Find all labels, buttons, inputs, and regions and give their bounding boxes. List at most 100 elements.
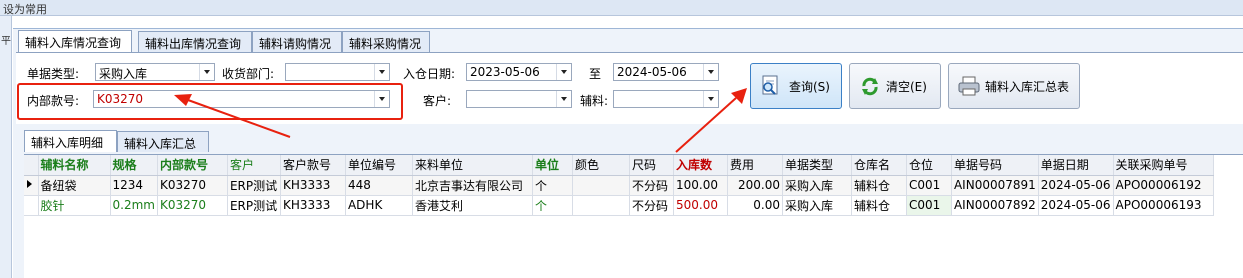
col-header-unit-code[interactable]: 单位编号 — [345, 155, 413, 176]
cell-spec[interactable]: 1234 — [110, 175, 158, 196]
col-header-color[interactable]: 颜色 — [572, 155, 630, 176]
col-header-doc-date[interactable]: 单据日期 — [1038, 155, 1114, 176]
cell-in-qty[interactable]: 500.00 — [673, 195, 728, 216]
cell-unit-code[interactable]: ADHK — [345, 195, 413, 216]
tab-material-out-query[interactable]: 辅料出库情况查询 — [138, 31, 252, 52]
printer-icon — [957, 75, 981, 97]
cell-material-name[interactable]: 胶针 — [38, 195, 111, 216]
grid-header-row: 辅料名称 规格 内部款号 客户 客户款号 单位编号 来料单位 单位 颜色 尺码 … — [24, 155, 1214, 176]
receiving-dept-label: 收货部门: — [222, 67, 275, 81]
doc-type-select[interactable]: 采购入库 — [95, 63, 215, 81]
cell-color[interactable] — [572, 175, 630, 196]
cell-location[interactable]: C001 — [906, 195, 952, 216]
row-indicator — [24, 195, 39, 216]
cell-in-qty[interactable]: 100.00 — [673, 175, 728, 196]
tab-material-in-query[interactable]: 辅料入库情况查询 — [18, 30, 132, 52]
table-row[interactable]: 备纽袋 1234 K03270 ERP测试 KH3333 448 北京吉事达有限… — [24, 175, 1214, 196]
col-header-cost[interactable]: 费用 — [727, 155, 783, 176]
cell-po-no[interactable]: APO00006193 — [1113, 195, 1214, 216]
internal-no-select[interactable]: K03270 — [93, 90, 390, 108]
date-to-picker[interactable]: 2024-05-06 — [613, 63, 719, 81]
col-header-doc-no[interactable]: 单据号码 — [951, 155, 1039, 176]
cell-doc-date[interactable]: 2024-05-06 — [1038, 175, 1114, 196]
cell-unit[interactable]: 个 — [532, 195, 573, 216]
query-button[interactable]: 查询(S) — [750, 63, 842, 109]
left-collapse-strip[interactable]: 平 — [0, 16, 12, 278]
tab-in-detail[interactable]: 辅料入库明细 — [24, 130, 117, 152]
cell-supplier[interactable]: 北京吉事达有限公司 — [412, 175, 533, 196]
cell-doc-type[interactable]: 采购入库 — [782, 195, 852, 216]
col-header-warehouse[interactable]: 仓库名 — [851, 155, 907, 176]
chevron-down-icon[interactable] — [199, 64, 214, 80]
cell-po-no[interactable]: APO00006192 — [1113, 175, 1214, 196]
internal-no-label: 内部款号: — [27, 94, 80, 108]
doc-type-label: 单据类型: — [27, 67, 80, 81]
tab-material-request[interactable]: 辅料请购情况 — [252, 31, 342, 52]
col-header-location[interactable]: 仓位 — [906, 155, 952, 176]
detail-table: 辅料名称 规格 内部款号 客户 客户款号 单位编号 来料单位 单位 颜色 尺码 … — [24, 155, 1214, 216]
cell-size[interactable]: 不分码 — [629, 175, 674, 196]
cell-supplier[interactable]: 香港艾利 — [412, 195, 533, 216]
top-bar: 设为常用 — [0, 0, 1243, 16]
date-to-label: 至 — [589, 67, 602, 81]
cell-doc-type[interactable]: 采购入库 — [782, 175, 852, 196]
cell-customer[interactable]: ERP测试 — [227, 195, 281, 216]
row-pointer-icon — [27, 180, 32, 188]
table-row[interactable]: 胶针 0.2mm K03270 ERP测试 KH3333 ADHK 香港艾利 个… — [24, 195, 1214, 216]
cell-customer-style-no[interactable]: KH3333 — [280, 195, 346, 216]
tab-in-summary[interactable]: 辅料入库汇总 — [117, 131, 209, 152]
row-indicator — [24, 175, 39, 196]
cell-cost[interactable]: 200.00 — [727, 175, 783, 196]
cell-spec[interactable]: 0.2mm — [110, 195, 158, 216]
cell-color[interactable] — [572, 195, 630, 216]
chevron-down-icon[interactable] — [703, 91, 718, 107]
chevron-down-icon[interactable] — [556, 64, 571, 80]
col-header-po-no[interactable]: 关联采购单号 — [1113, 155, 1214, 176]
cell-internal-no[interactable]: K03270 — [157, 175, 228, 196]
cell-doc-no[interactable]: AIN00007891 — [951, 175, 1039, 196]
col-header-in-qty[interactable]: 入库数 — [673, 155, 728, 176]
row-indicator-header — [24, 155, 39, 176]
col-header-material-name[interactable]: 辅料名称 — [38, 155, 111, 176]
summary-report-button[interactable]: 辅料入库汇总表 — [948, 63, 1080, 109]
clear-button[interactable]: 清空(E) — [849, 63, 941, 109]
col-header-doc-type[interactable]: 单据类型 — [782, 155, 852, 176]
col-header-unit[interactable]: 单位 — [532, 155, 573, 176]
receiving-dept-select[interactable] — [285, 63, 390, 81]
material-select[interactable] — [613, 90, 719, 108]
cell-internal-no[interactable]: K03270 — [157, 195, 228, 216]
chevron-down-icon[interactable] — [703, 64, 718, 80]
cell-customer-style-no[interactable]: KH3333 — [280, 175, 346, 196]
in-date-label: 入仓日期: — [403, 67, 456, 81]
col-header-customer[interactable]: 客户 — [227, 155, 281, 176]
col-header-internal-no[interactable]: 内部款号 — [157, 155, 228, 176]
refresh-icon — [858, 75, 882, 97]
cell-doc-no[interactable]: AIN00007892 — [951, 195, 1039, 216]
cell-location[interactable]: C001 — [906, 175, 952, 196]
col-header-customer-style-no[interactable]: 客户款号 — [280, 155, 346, 176]
cell-unit[interactable]: 个 — [532, 175, 573, 196]
col-header-supplier[interactable]: 来料单位 — [412, 155, 533, 176]
set-favorite-link[interactable]: 设为常用 — [3, 1, 47, 17]
tab-material-purchase[interactable]: 辅料采购情况 — [342, 31, 430, 52]
cell-warehouse[interactable]: 辅料仓 — [851, 195, 907, 216]
cell-warehouse[interactable]: 辅料仓 — [851, 175, 907, 196]
cell-customer[interactable]: ERP测试 — [227, 175, 281, 196]
customer-label: 客户: — [423, 94, 452, 108]
chevron-down-icon[interactable] — [374, 64, 389, 80]
chevron-down-icon[interactable] — [556, 91, 571, 107]
left-strip-label: 平 — [1, 36, 11, 47]
date-from-picker[interactable]: 2023-05-06 — [466, 63, 572, 81]
cell-doc-date[interactable]: 2024-05-06 — [1038, 195, 1114, 216]
material-label: 辅料: — [580, 94, 609, 108]
chevron-down-icon[interactable] — [374, 91, 389, 107]
col-header-spec[interactable]: 规格 — [110, 155, 158, 176]
detail-grid: 辅料名称 规格 内部款号 客户 客户款号 单位编号 来料单位 单位 颜色 尺码 … — [24, 154, 1243, 278]
cell-cost[interactable]: 0.00 — [727, 195, 783, 216]
cell-unit-code[interactable]: 448 — [345, 175, 413, 196]
col-header-size[interactable]: 尺码 — [629, 155, 674, 176]
cell-material-name[interactable]: 备纽袋 — [38, 175, 111, 196]
search-document-icon — [759, 75, 783, 97]
cell-size[interactable]: 不分码 — [629, 195, 674, 216]
customer-select[interactable] — [466, 90, 572, 108]
